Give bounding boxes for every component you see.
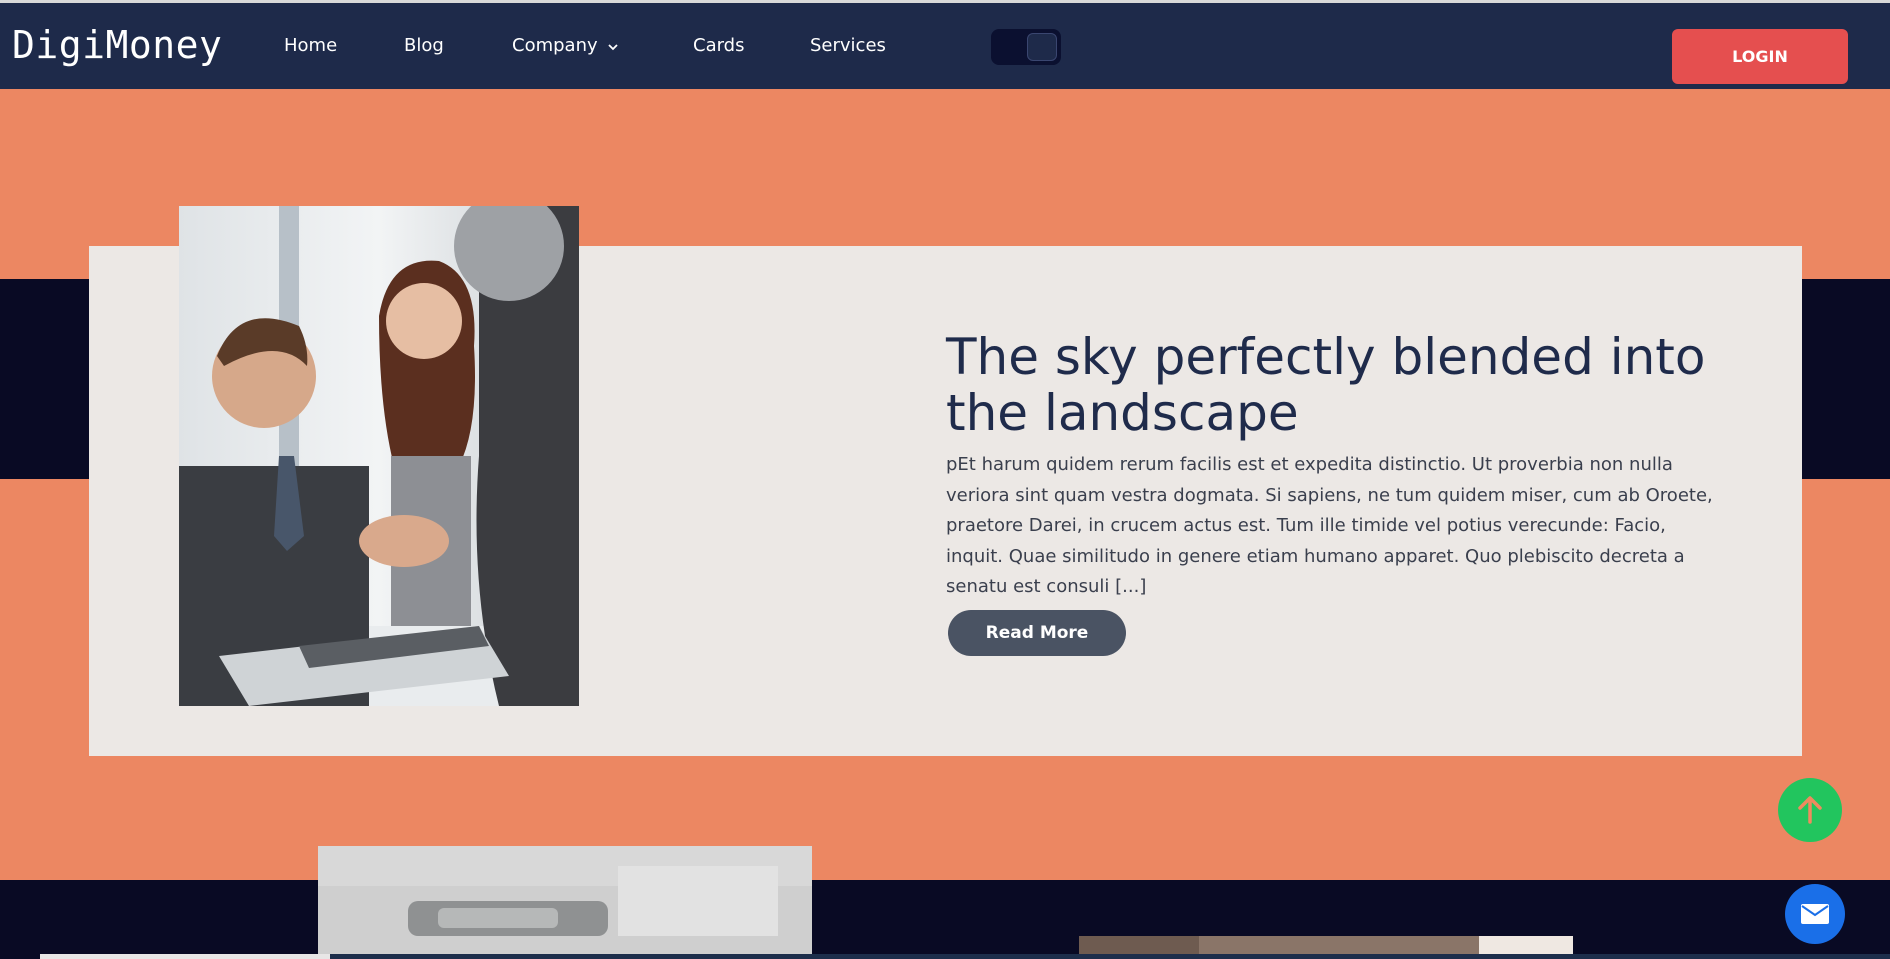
nav-home[interactable]: Home [284,35,337,56]
navbar: DigiMoney Home Blog Company Cards Servic… [0,3,1890,89]
business-handshake-image [179,206,579,706]
contact-mail-button[interactable] [1785,884,1845,944]
toggle-knob [1027,33,1057,61]
arrow-up-icon [1798,796,1822,824]
dark-stripe-bottom [0,880,1890,959]
chevron-down-icon[interactable] [606,40,620,54]
second-post-image [318,846,812,959]
nav-services[interactable]: Services [810,35,886,56]
footer-strip-dark [330,954,1890,959]
nav-cards[interactable]: Cards [693,35,745,56]
site-logo[interactable]: DigiMoney [12,23,222,67]
nav-blog[interactable]: Blog [404,35,444,56]
footer-strip [40,954,330,959]
read-more-button[interactable]: Read More [948,610,1126,656]
mail-icon [1801,904,1829,924]
scroll-to-top-button[interactable] [1778,778,1842,842]
post-title: The sky perfectly blended into the lands… [946,327,1706,442]
theme-toggle[interactable] [991,29,1061,65]
nav-company[interactable]: Company [512,35,598,56]
post-excerpt: pEt harum quidem rerum facilis est et ex… [946,454,1713,597]
login-button[interactable]: LOGIN [1672,29,1848,84]
